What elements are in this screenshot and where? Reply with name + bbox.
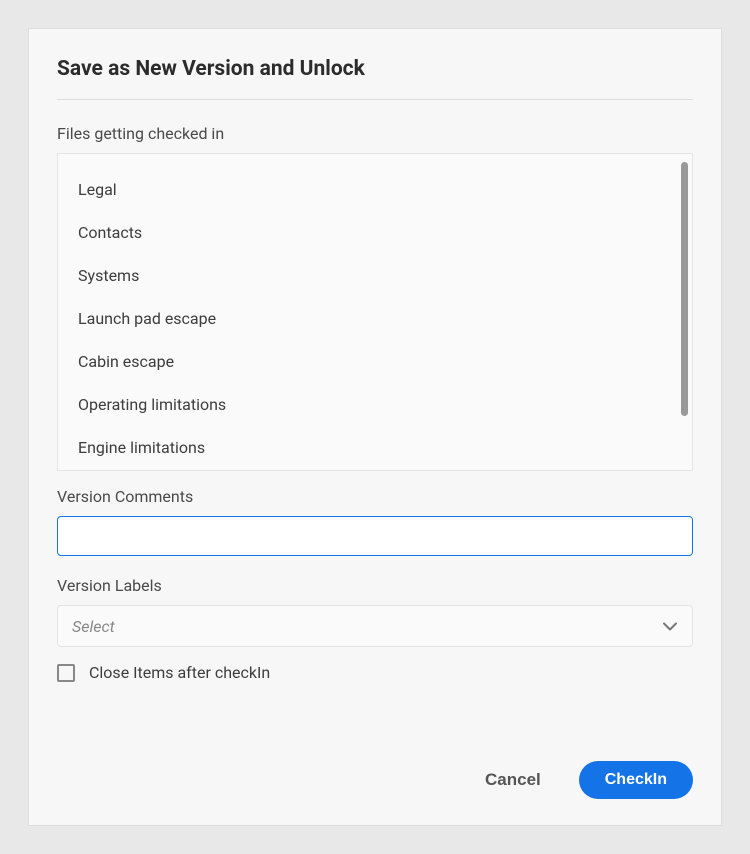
files-section-label: Files getting checked in xyxy=(57,124,693,143)
file-list-container: Legal Contacts Systems Launch pad escape… xyxy=(57,153,693,471)
list-item: Cabin escape xyxy=(78,340,672,383)
cancel-button[interactable]: Cancel xyxy=(481,762,545,798)
list-item: Operating limitations xyxy=(78,383,672,426)
close-items-label: Close Items after checkIn xyxy=(89,663,270,682)
version-comments-label: Version Comments xyxy=(57,487,693,506)
close-items-checkbox[interactable] xyxy=(57,664,75,682)
version-labels-select[interactable]: Select xyxy=(57,605,693,647)
list-item: Launch pad escape xyxy=(78,297,672,340)
scrollbar-thumb[interactable] xyxy=(681,162,688,416)
list-item: Legal xyxy=(78,168,672,211)
select-placeholder: Select xyxy=(72,617,115,636)
file-list[interactable]: Legal Contacts Systems Launch pad escape… xyxy=(58,154,692,470)
list-item: Systems xyxy=(78,254,672,297)
list-item: Engine limitations xyxy=(78,426,672,469)
close-items-checkbox-row: Close Items after checkIn xyxy=(57,663,693,682)
list-item: Contacts xyxy=(78,211,672,254)
version-labels-label: Version Labels xyxy=(57,576,693,595)
dialog-title: Save as New Version and Unlock xyxy=(57,57,693,81)
version-labels-select-wrapper: Select xyxy=(57,605,693,647)
version-comments-input[interactable] xyxy=(57,516,693,556)
title-divider xyxy=(57,99,693,100)
save-version-dialog: Save as New Version and Unlock Files get… xyxy=(28,28,722,826)
dialog-button-row: Cancel CheckIn xyxy=(481,761,693,799)
checkin-button[interactable]: CheckIn xyxy=(579,761,693,799)
